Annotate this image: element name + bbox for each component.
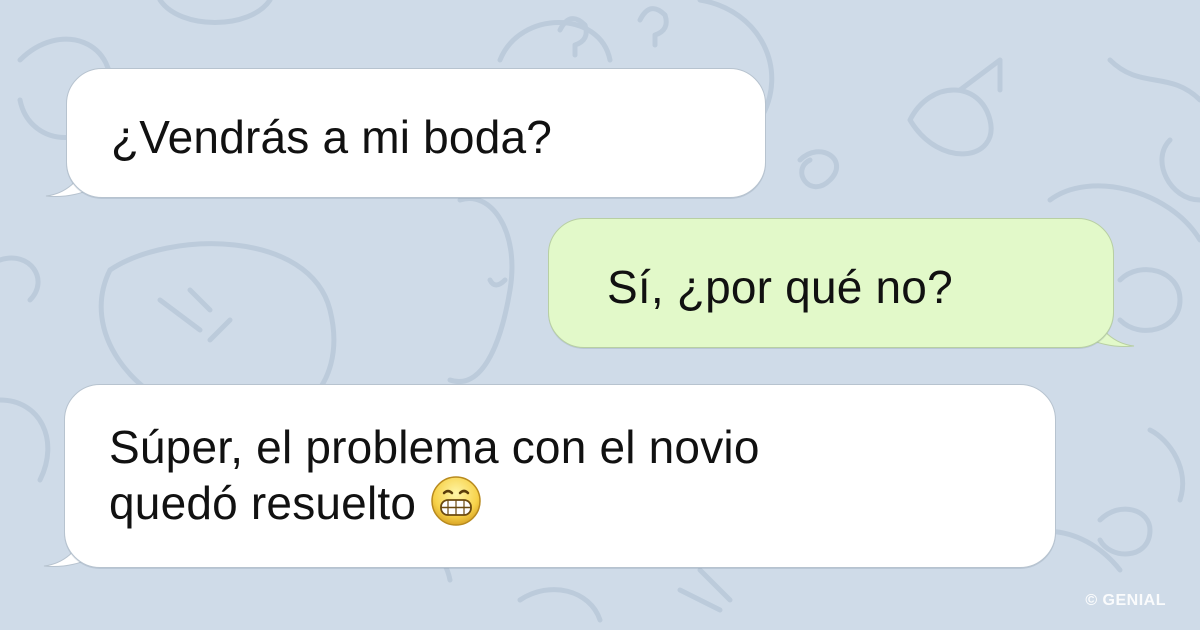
message-text-line-1: Súper, el problema con el novio (109, 421, 760, 473)
outgoing-message-bubble[interactable]: Sí, ¿por qué no? (548, 218, 1114, 348)
message-text: ¿Vendrás a mi boda? (111, 111, 553, 163)
message-text: Sí, ¿por qué no? (607, 261, 953, 313)
message-text-line-2: quedó resuelto (109, 475, 1055, 539)
watermark: © GENIAL (1085, 592, 1166, 609)
message-text: quedó resuelto (109, 477, 417, 530)
incoming-message-bubble[interactable]: ¿Vendrás a mi boda? (66, 68, 766, 198)
grinning-face-icon (430, 475, 482, 539)
incoming-message-bubble[interactable]: Súper, el problema con el novio quedó re… (64, 384, 1056, 568)
